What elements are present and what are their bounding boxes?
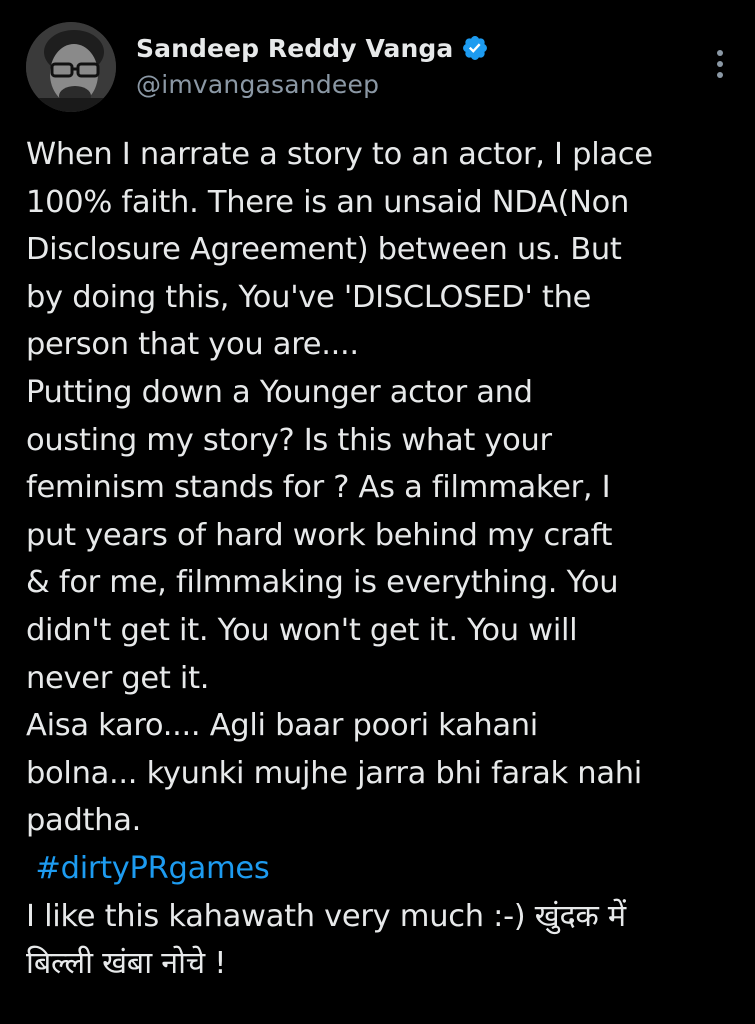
tweet-line: ousting my story? Is this what your — [26, 422, 552, 458]
tweet-line: I like this kahawath very much :-) खुंदक… — [26, 898, 626, 934]
tweet-line: padtha. — [26, 803, 141, 839]
tweet-line: & for me, filmmaking is everything. You — [26, 565, 619, 601]
tweet-line: didn't get it. You won't get it. You wil… — [26, 612, 578, 648]
tweet-text: When I narrate a story to an actor, I pl… — [26, 131, 738, 988]
tweet-line: Aisa karo.... Agli baar poori kahani — [26, 708, 538, 744]
tweet-header: Sandeep Reddy Vanga @imvangasandeep — [26, 22, 736, 122]
hashtag-link[interactable]: #dirtyPRgames — [35, 851, 269, 886]
tweet-line: When I narrate a story to an actor, I pl… — [26, 137, 653, 172]
tweet-line: bolna... kyunki mujhe jarra bhi farak na… — [26, 755, 642, 791]
tweet-line: person that you are.... — [26, 327, 359, 363]
more-options-button[interactable] — [708, 44, 732, 84]
display-name-row: Sandeep Reddy Vanga — [136, 30, 489, 66]
more-vertical-icon-dot — [717, 72, 723, 78]
more-vertical-icon-dot — [717, 61, 723, 67]
tweet-line: put years of hard work behind my craft — [26, 517, 613, 553]
tweet-line: Putting down a Younger actor and — [26, 374, 533, 410]
avatar-image — [26, 22, 116, 112]
tweet-line: never get it. — [26, 660, 210, 696]
hashtag-line: #dirtyPRgames — [26, 845, 738, 893]
tweet-line: feminism stands for ? As a filmmaker, I — [26, 470, 611, 506]
display-name[interactable]: Sandeep Reddy Vanga — [136, 34, 453, 63]
more-vertical-icon — [717, 50, 723, 56]
tweet-line: बिल्ली खंबा नोचे ! — [26, 946, 227, 982]
tweet-line: Disclosure Agreement) between us. But — [26, 232, 622, 268]
tweet-line: by doing this, You've 'DISCLOSED' the — [26, 279, 592, 315]
author-names: Sandeep Reddy Vanga @imvangasandeep — [136, 30, 489, 99]
author-handle[interactable]: @imvangasandeep — [136, 70, 489, 99]
verified-badge-icon — [461, 34, 489, 62]
tweet: Sandeep Reddy Vanga @imvangasandeep When… — [0, 0, 755, 1024]
avatar[interactable] — [26, 22, 116, 112]
tweet-line: 100% faith. There is an unsaid NDA(Non — [26, 184, 630, 220]
